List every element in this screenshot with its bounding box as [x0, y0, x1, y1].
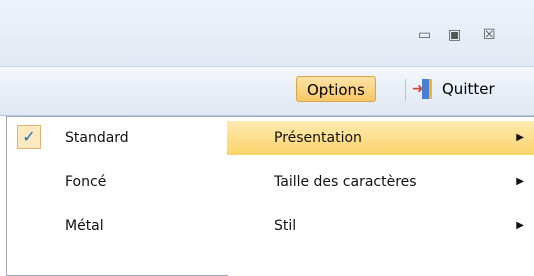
- submenu-arrow-icon: ▶: [516, 220, 524, 231]
- submenu-item-label: Métal: [65, 218, 104, 234]
- close-icon[interactable]: ☒: [483, 27, 496, 43]
- menu-item-presentation[interactable]: Présentation ▶: [227, 121, 534, 155]
- options-button[interactable]: Options: [296, 76, 376, 102]
- minimize-icon[interactable]: ▭: [418, 27, 431, 43]
- submenu-arrow-icon: ▶: [516, 132, 524, 143]
- options-menu: Présentation ▶ Taille des caractères ▶ S…: [227, 116, 534, 275]
- menu-item-label: Présentation: [274, 130, 362, 146]
- submenu-item-standard[interactable]: ✓ Standard: [7, 121, 227, 155]
- title-bar: ▭ ▣ ☒: [0, 0, 534, 67]
- submenu-item-fonce[interactable]: Foncé: [7, 165, 227, 199]
- quit-button[interactable]: ➜ Quitter: [412, 76, 524, 102]
- check-icon: ✓: [17, 125, 41, 149]
- submenu-item-label: Standard: [65, 130, 129, 146]
- submenu-item-metal[interactable]: Métal: [7, 209, 227, 243]
- menu-item-label: Taille des caractères: [274, 174, 417, 190]
- quit-label: Quitter: [442, 80, 495, 98]
- menu-item-stil[interactable]: Stil ▶: [227, 209, 534, 243]
- maximize-icon[interactable]: ▣: [448, 27, 461, 43]
- menu-item-taille-caracteres[interactable]: Taille des caractères ▶: [227, 165, 534, 199]
- submenu-arrow-icon: ▶: [516, 176, 524, 187]
- menu-item-label: Stil: [274, 218, 297, 234]
- toolbar-separator: [405, 79, 406, 101]
- presentation-submenu: ✓ Standard Foncé Métal: [6, 116, 228, 276]
- submenu-item-label: Foncé: [65, 174, 107, 190]
- toolbar: Options ➜ Quitter: [0, 67, 534, 116]
- exit-icon: ➜: [412, 79, 436, 99]
